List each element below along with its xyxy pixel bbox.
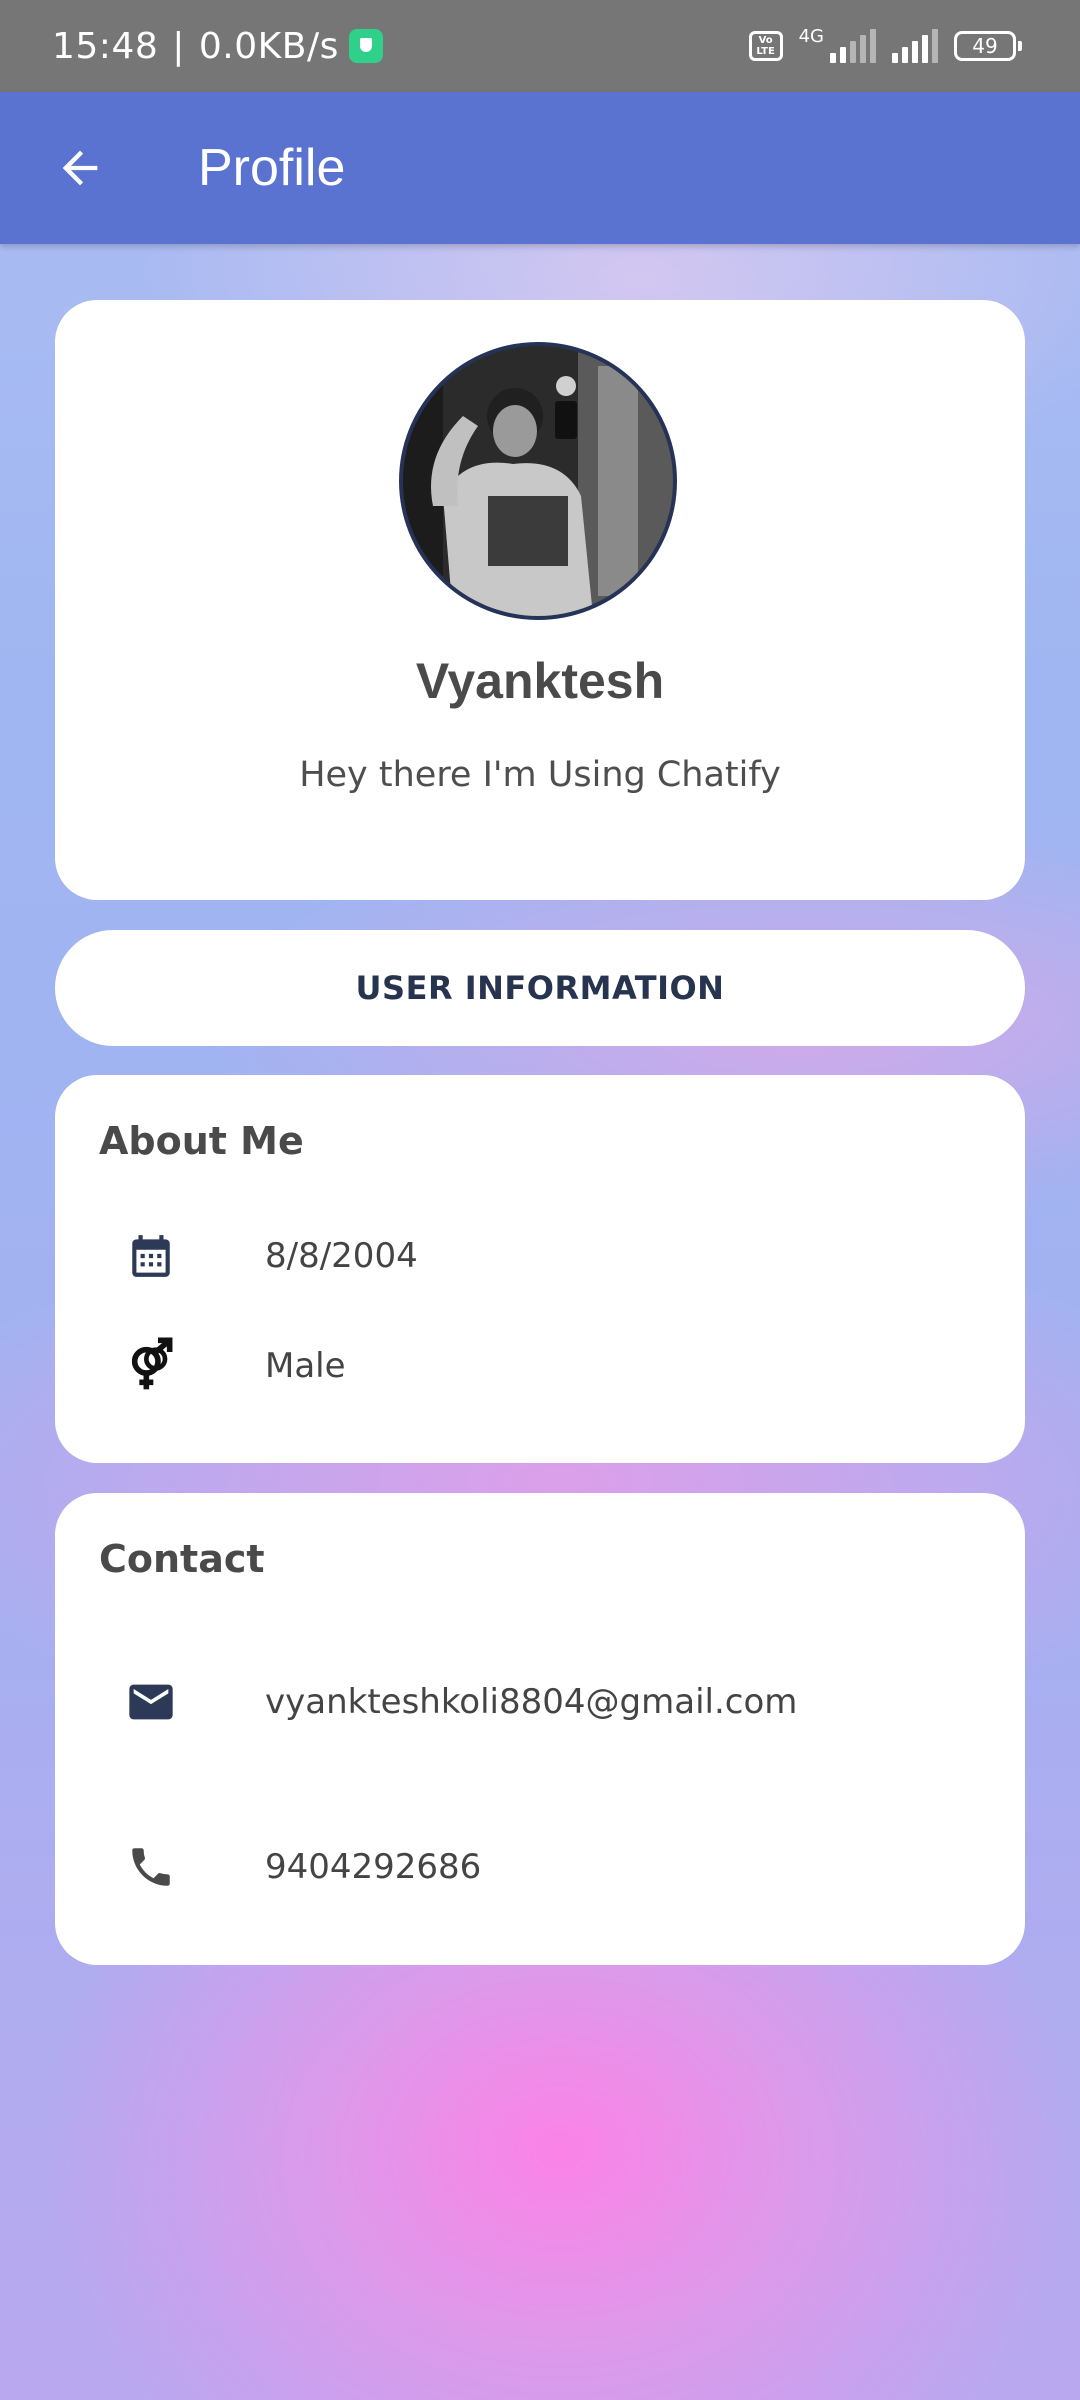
phone-icon — [123, 1839, 179, 1895]
mail-icon — [123, 1674, 179, 1730]
user-information-button[interactable]: USER INFORMATION — [55, 930, 1025, 1046]
status-separator: | — [172, 25, 185, 67]
page-title: Profile — [198, 139, 346, 197]
volte-icon: Vo LTE — [748, 31, 783, 61]
back-button[interactable] — [40, 128, 120, 208]
status-left: 15:48 | 0.0KB/s — [52, 0, 383, 92]
shield-icon — [348, 29, 383, 63]
profile-card: Vyanktesh Hey there I'm Using Chatify — [55, 300, 1025, 900]
profile-name: Vyanktesh — [415, 653, 665, 709]
avatar[interactable] — [399, 342, 677, 620]
phone-text: 9404292686 — [265, 1847, 482, 1887]
network-type: 4G — [798, 25, 824, 47]
phone-row[interactable]: 9404292686 — [55, 1827, 1025, 1907]
email-text: vyankteshkoli8804@gmail.com — [265, 1682, 798, 1722]
birthdate-text: 8/8/2004 — [265, 1236, 418, 1276]
arrow-back-icon — [62, 150, 98, 186]
status-bar: 15:48 | 0.0KB/s Vo LTE 4G 49 — [0, 0, 1080, 92]
signal-icon — [830, 29, 876, 63]
avatar-image — [403, 346, 673, 616]
user-information-label: USER INFORMATION — [355, 969, 725, 1007]
signal-icon-2 — [892, 29, 938, 63]
about-card: About Me 8/8/2004 Male — [55, 1075, 1025, 1463]
contact-title: Contact — [99, 1537, 265, 1581]
status-net-speed: 0.0KB/s — [198, 25, 339, 67]
gender-icon — [123, 1337, 179, 1394]
calendar-icon — [123, 1228, 179, 1284]
profile-status: Hey there I'm Using Chatify — [299, 755, 781, 795]
about-title: About Me — [99, 1119, 304, 1163]
gender-text: Male — [265, 1346, 346, 1386]
email-row[interactable]: vyankteshkoli8804@gmail.com — [55, 1662, 1025, 1742]
app-bar: Profile — [0, 92, 1080, 244]
gender-row: Male — [55, 1326, 1025, 1406]
birthdate-row: 8/8/2004 — [55, 1216, 1025, 1296]
contact-card: Contact vyankteshkoli8804@gmail.com 9404… — [55, 1493, 1025, 1965]
status-right: Vo LTE 4G 49 — [748, 0, 1022, 92]
status-time: 15:48 — [52, 25, 159, 67]
battery-icon: 49 — [954, 31, 1022, 61]
